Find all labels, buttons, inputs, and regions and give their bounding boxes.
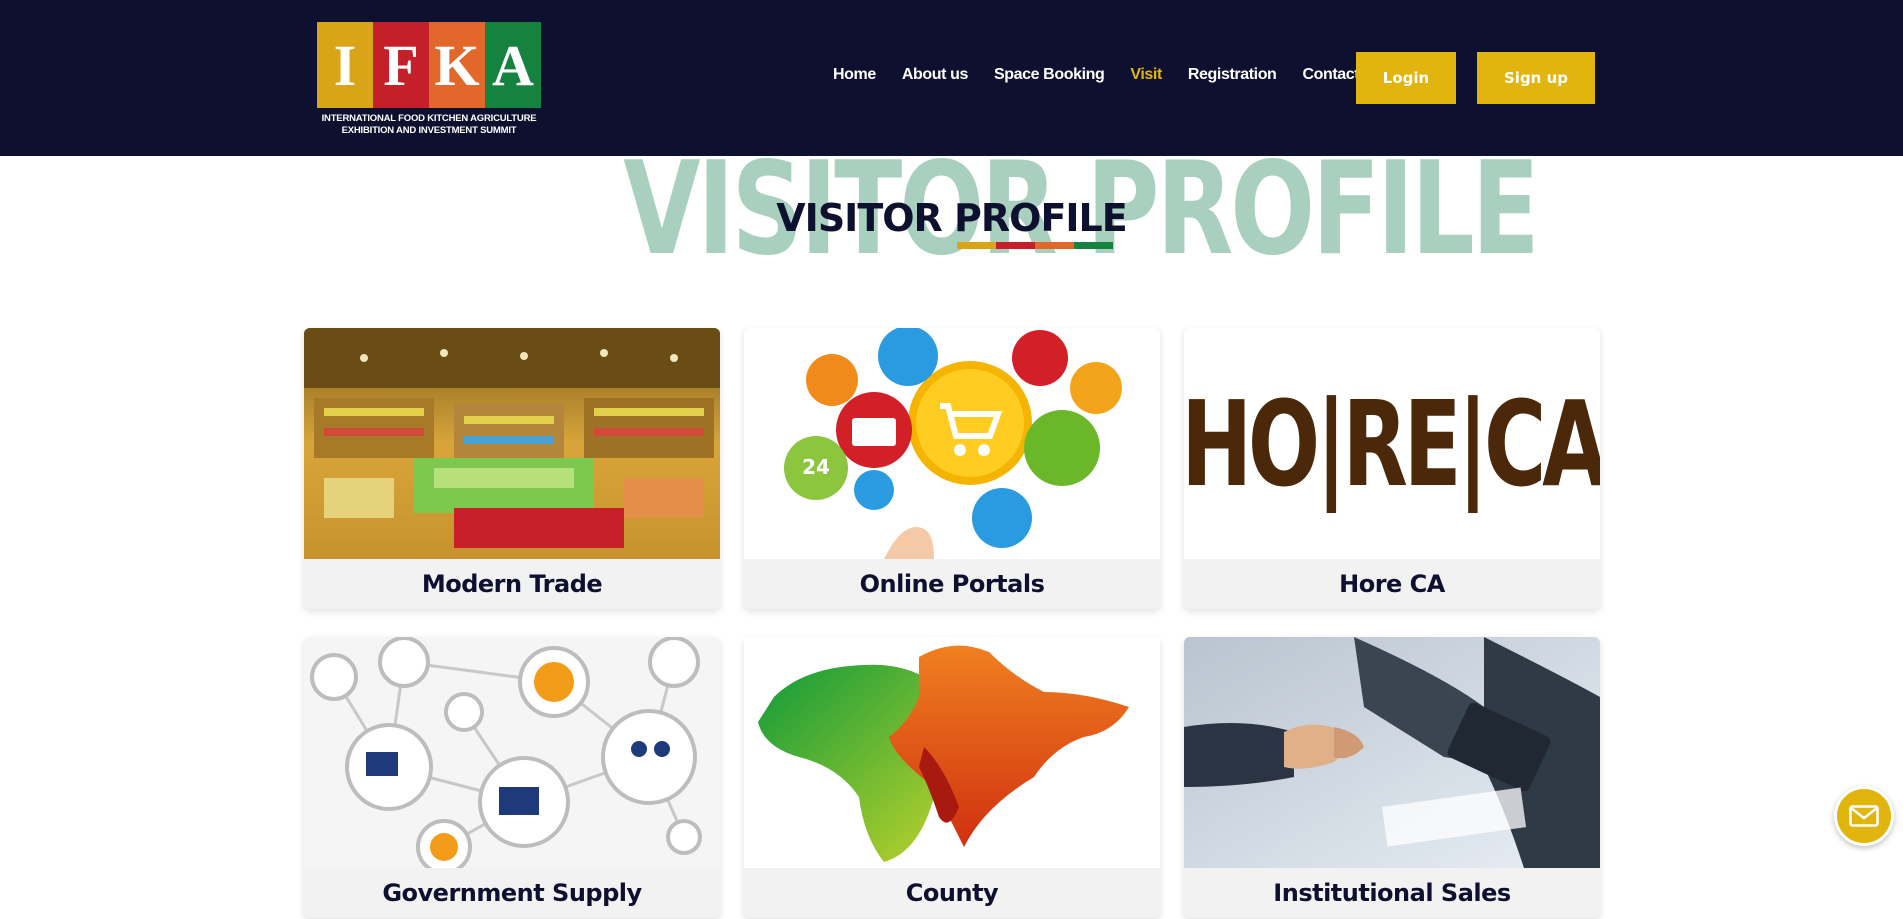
supermarket-photo [304, 328, 720, 559]
underline-segment-orange [1035, 242, 1074, 249]
title-underline [957, 242, 1113, 249]
card-label: Institutional Sales [1273, 879, 1511, 907]
horeca-logo-text: HO|RE|CA [1184, 374, 1600, 513]
login-button[interactable]: Login [1356, 52, 1456, 104]
main-nav: Home About us Space Booking Visit Regist… [833, 66, 1407, 84]
africa-india-map [744, 637, 1160, 868]
ecommerce-icons-illustration: 24 [744, 328, 1160, 559]
card-government-supply[interactable]: Government Supply [304, 637, 720, 918]
logo-letter-f: F [373, 22, 429, 108]
nav-space-booking[interactable]: Space Booking [994, 66, 1105, 84]
underline-segment-red [996, 242, 1035, 249]
horeca-logo: HO|RE|CA [1184, 328, 1600, 559]
handshake-photo [1184, 637, 1600, 868]
logo-tagline-line2: EXHIBITION AND INVESTMENT SUMMIT [341, 125, 517, 136]
contact-mail-button[interactable] [1834, 786, 1894, 846]
signup-button[interactable]: Sign up [1477, 52, 1595, 104]
card-label: County [905, 879, 999, 907]
card-label: Hore CA [1339, 570, 1445, 598]
section-title: VISITOR PROFILE [776, 196, 1127, 240]
nav-visit[interactable]: Visit [1130, 66, 1162, 84]
card-label: Online Portals [859, 570, 1045, 598]
logo-tagline-line1: INTERNATIONAL FOOD KITCHEN AGRICULTURE [321, 113, 537, 124]
card-hore-ca[interactable]: HO|RE|CA Hore CA [1184, 328, 1600, 609]
ifka-logo[interactable]: I F K A INTERNATIONAL FOOD KITCHEN AGRIC… [317, 22, 541, 137]
logo-letter-i: I [317, 22, 373, 108]
logo-letter-a: A [485, 22, 541, 108]
card-modern-trade[interactable]: Modern Trade [304, 328, 720, 609]
nav-about-us[interactable]: About us [902, 66, 969, 84]
site-header: I F K A INTERNATIONAL FOOD KITCHEN AGRIC… [0, 0, 1903, 156]
logo-letters: I F K A [317, 22, 541, 108]
nav-registration[interactable]: Registration [1188, 66, 1277, 84]
nav-home[interactable]: Home [833, 66, 876, 84]
card-institutional-sales[interactable]: Institutional Sales [1184, 637, 1600, 918]
network-icons-illustration [304, 637, 720, 868]
logo-letter-k: K [429, 22, 485, 108]
logo-tagline: INTERNATIONAL FOOD KITCHEN AGRICULTURE E… [317, 113, 541, 137]
underline-segment-yellow [957, 242, 996, 249]
card-label: Modern Trade [421, 570, 603, 598]
card-online-portals[interactable]: 24 Online Portals [744, 328, 1160, 609]
card-county[interactable]: County [744, 637, 1160, 918]
card-label: Government Supply [382, 879, 642, 907]
mail-icon [1849, 805, 1879, 827]
svg-text:24: 24 [802, 455, 830, 479]
underline-segment-green [1074, 242, 1113, 249]
